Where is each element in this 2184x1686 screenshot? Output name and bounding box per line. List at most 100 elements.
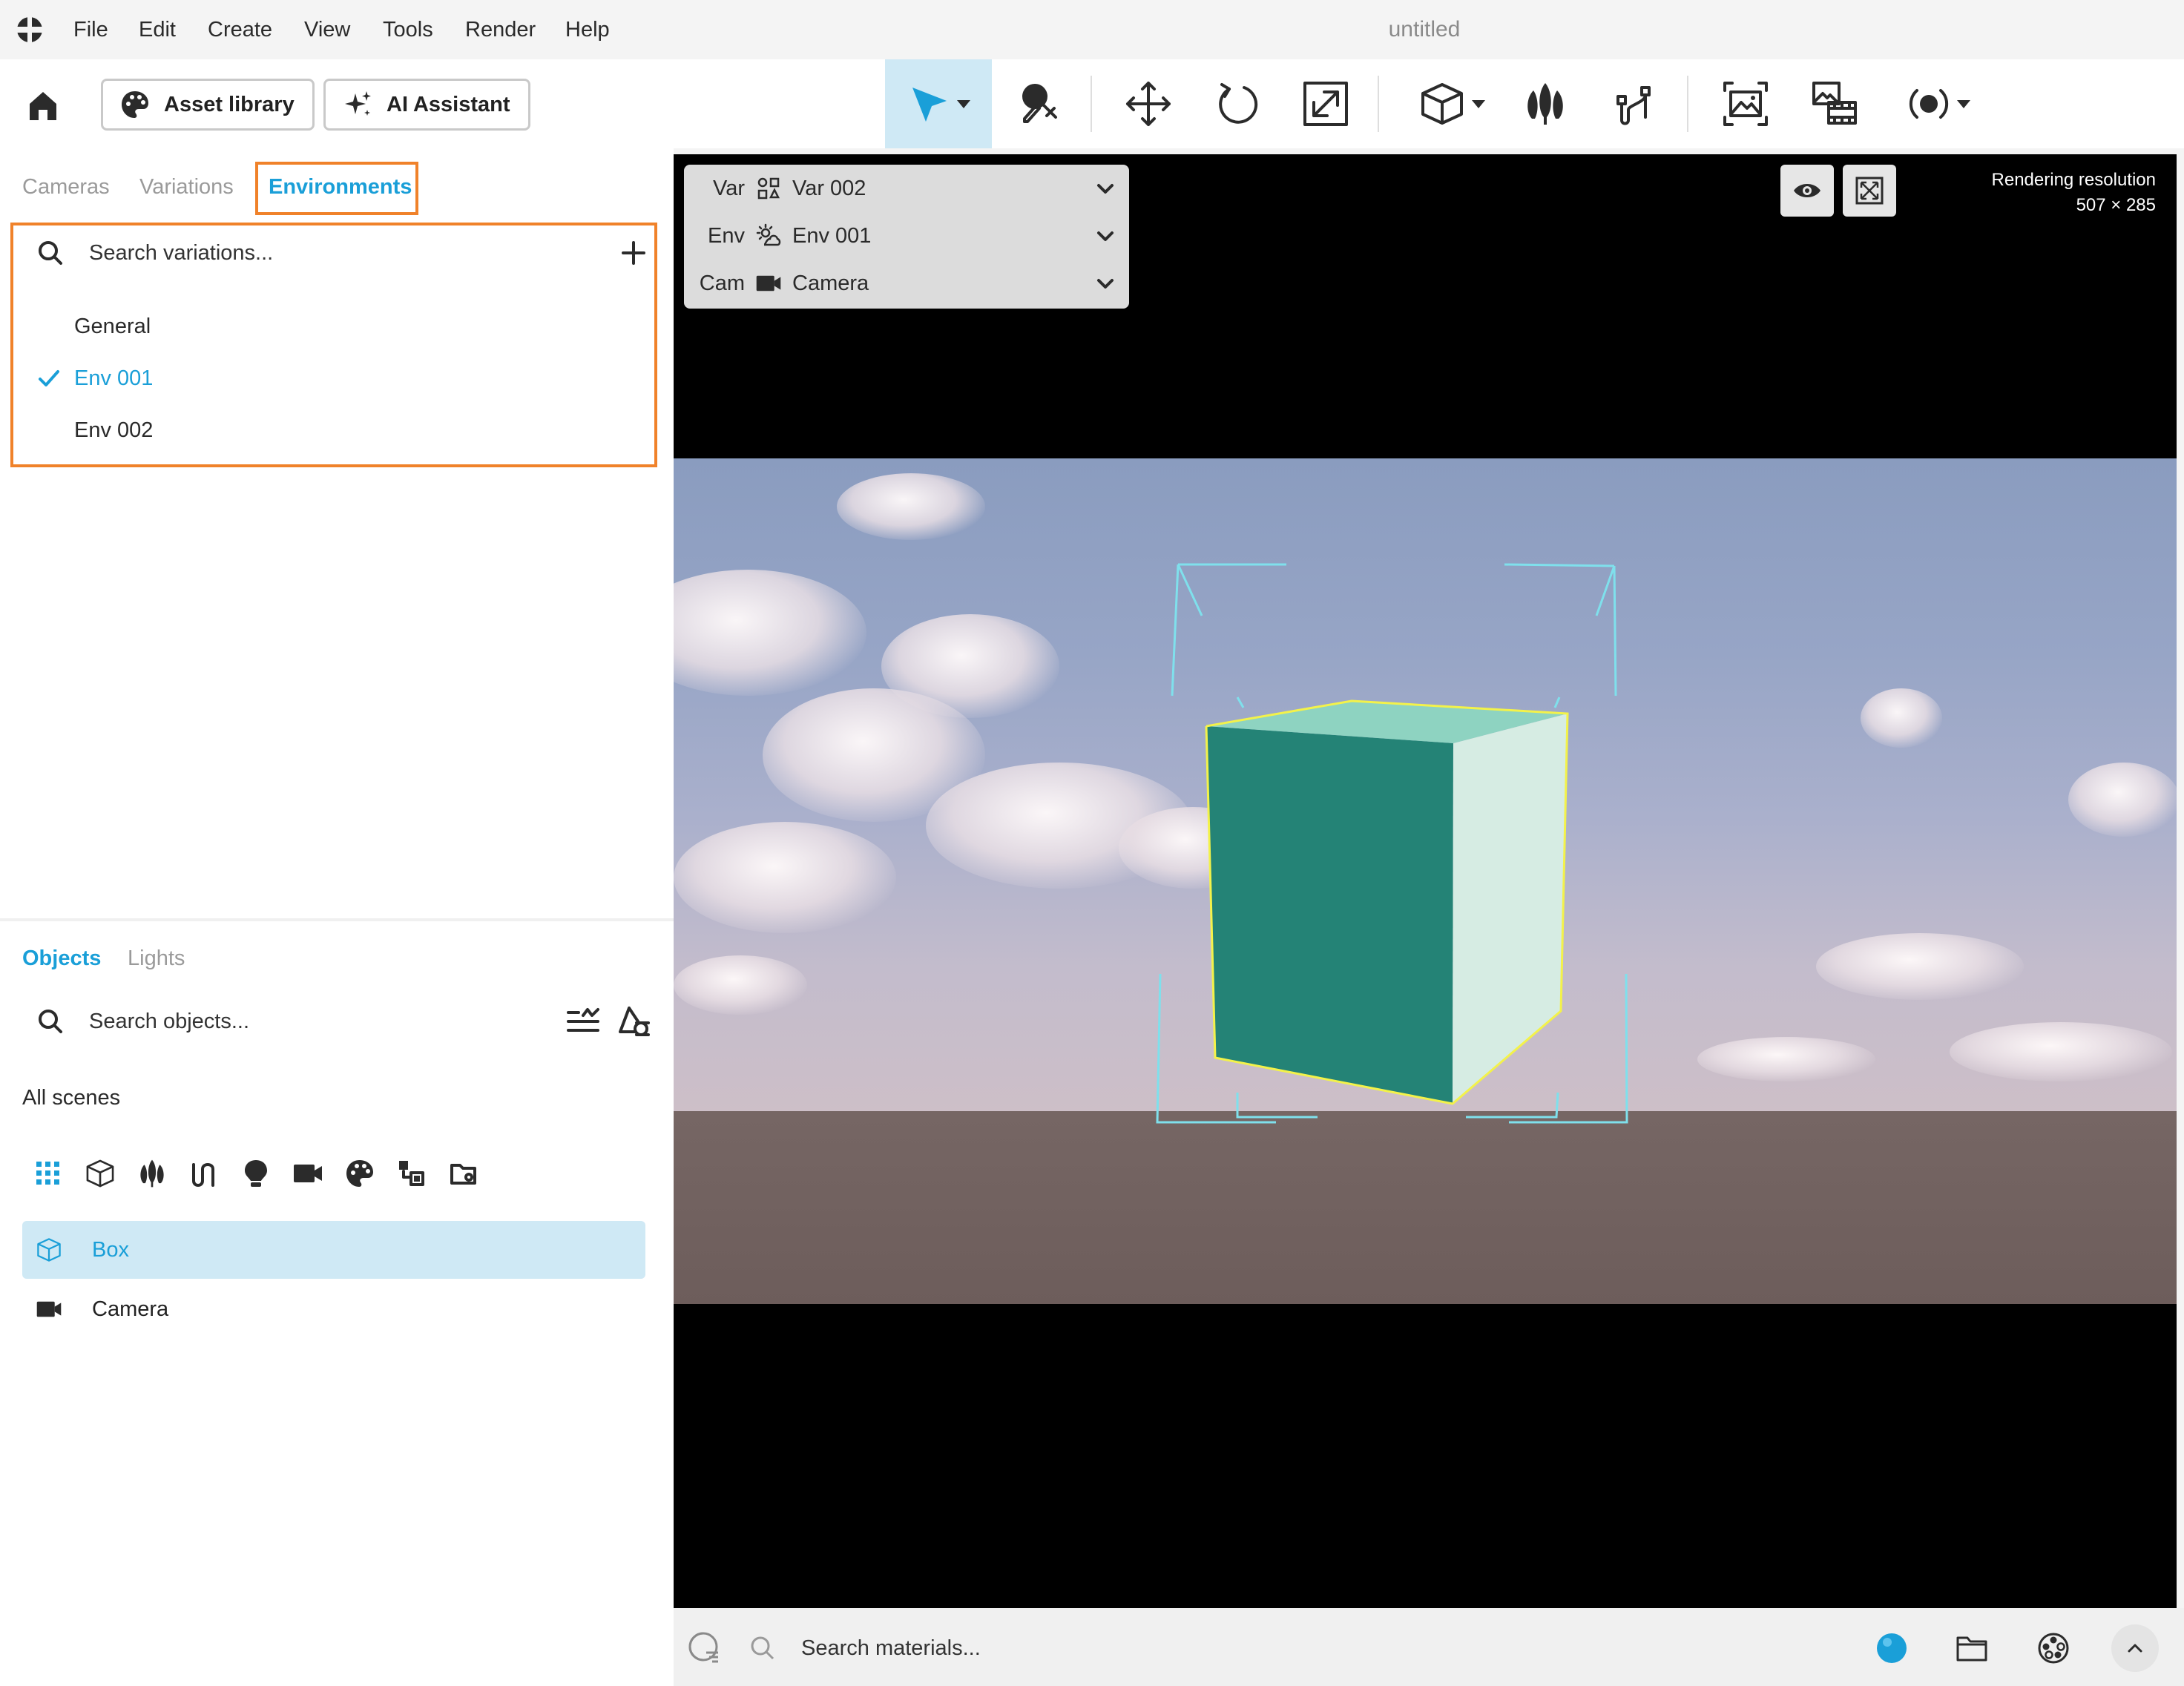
camera-dropdown[interactable]: Cam Camera: [684, 260, 1129, 307]
scale-icon: [1303, 82, 1348, 126]
box-icon: [37, 1238, 61, 1262]
asset-library-button[interactable]: Asset library: [101, 79, 315, 131]
filter-plants-button[interactable]: [126, 1151, 178, 1196]
object-row-box[interactable]: Box: [22, 1221, 645, 1279]
add-primitive-button[interactable]: [1404, 59, 1500, 148]
app-logo-icon[interactable]: [13, 15, 46, 45]
object-label: Box: [92, 1237, 129, 1262]
object-search-row: [37, 1001, 653, 1041]
filter-materials-button[interactable]: [334, 1151, 386, 1196]
environment-dropdown-label: Env: [708, 223, 745, 248]
chevron-down-icon: [1097, 184, 1114, 194]
scene-state-picker: Var Var 002 Env Env 001 Cam Camera: [684, 165, 1129, 309]
menu-bar: File Edit Create View Tools Render Help …: [0, 0, 2184, 59]
filter-list-icon[interactable]: [567, 1007, 599, 1036]
folder-icon[interactable]: [1956, 1633, 1988, 1663]
fullscreen-button[interactable]: [1843, 165, 1896, 217]
menu-file[interactable]: File: [73, 15, 108, 45]
variation-item-general[interactable]: General: [74, 312, 151, 341]
variation-item-env-001[interactable]: Env 001: [74, 363, 153, 393]
add-curve-button[interactable]: [1593, 59, 1675, 148]
folder-icon: [450, 1164, 476, 1185]
camera-icon: [36, 1301, 62, 1317]
chevron-down-icon: [957, 99, 970, 108]
variation-dropdown-value: Var 002: [792, 176, 866, 200]
all-icon: [36, 1162, 59, 1185]
filter-lights-button[interactable]: [230, 1151, 282, 1196]
object-row-camera[interactable]: Camera: [22, 1280, 645, 1338]
home-icon[interactable]: [22, 85, 64, 126]
asset-library-label: Asset library: [164, 92, 295, 116]
variation-dropdown[interactable]: Var Var 002: [684, 165, 1129, 212]
chevron-down-icon: [1957, 99, 1970, 108]
object-label: Camera: [92, 1297, 169, 1321]
render-image-button[interactable]: [1705, 59, 1786, 148]
variation-search-input[interactable]: [89, 240, 564, 266]
chevron-down-icon: [1097, 231, 1114, 241]
material-library-icon[interactable]: [2037, 1632, 2070, 1664]
chevron-up-icon: [2128, 1644, 2142, 1653]
rendering-resolution-value: 507 × 285: [2076, 195, 2156, 215]
menu-create[interactable]: Create: [208, 15, 272, 45]
move-tool-button[interactable]: [1108, 59, 1189, 148]
ai-assistant-label: AI Assistant: [387, 92, 510, 116]
sparkle-icon: [345, 91, 371, 116]
plants-icon: [1527, 83, 1563, 125]
environments-tab-highlight: [255, 162, 418, 215]
variation-icon: [757, 177, 780, 200]
instance-icon: [399, 1161, 424, 1186]
render-animation-button[interactable]: [1794, 59, 1875, 148]
environment-icon: [756, 223, 781, 246]
select-tool-button[interactable]: [885, 59, 992, 148]
camera-icon: [756, 275, 781, 292]
menu-tools[interactable]: Tools: [383, 15, 433, 45]
filter-all-button[interactable]: [22, 1151, 74, 1196]
add-icon[interactable]: [620, 240, 647, 266]
material-sphere-icon[interactable]: [1875, 1632, 1908, 1664]
tab-variations[interactable]: Variations: [139, 172, 234, 202]
chevron-down-icon: [1472, 99, 1485, 108]
curve-icon: [1616, 86, 1651, 125]
menu-render[interactable]: Render: [465, 15, 536, 45]
shapes-settings-icon[interactable]: [617, 1005, 650, 1038]
chevron-down-icon: [1097, 279, 1114, 289]
menu-edit[interactable]: Edit: [139, 15, 176, 45]
render-animation-icon: [1812, 82, 1857, 125]
menu-help[interactable]: Help: [565, 15, 610, 45]
material-search-input[interactable]: [801, 1630, 1469, 1666]
environment-dropdown[interactable]: Env Env 001: [684, 212, 1129, 260]
ai-assistant-button[interactable]: AI Assistant: [323, 79, 530, 131]
search-icon: [39, 241, 62, 265]
scale-tool-button[interactable]: [1285, 59, 1366, 148]
expand-material-bar-button[interactable]: [2111, 1624, 2159, 1672]
material-picker-button[interactable]: [1000, 59, 1082, 148]
tab-cameras[interactable]: Cameras: [22, 172, 110, 202]
variation-item-env-002[interactable]: Env 002: [74, 415, 153, 445]
live-render-button[interactable]: [1890, 59, 1987, 148]
tab-lights[interactable]: Lights: [128, 944, 185, 973]
box-icon: [1421, 83, 1463, 125]
panel-divider[interactable]: [0, 918, 674, 921]
3d-viewport[interactable]: Var Var 002 Env Env 001 Cam Camera Rende…: [674, 154, 2177, 1608]
filter-instances-button[interactable]: [386, 1151, 438, 1196]
camera-dropdown-value: Camera: [792, 271, 869, 295]
search-icon: [39, 1010, 62, 1033]
object-type-filters: [22, 1151, 490, 1196]
material-picker-icon: [1022, 84, 1057, 123]
rotate-tool-button[interactable]: [1196, 59, 1277, 148]
left-panel: Cameras Variations Environments input::p…: [0, 148, 674, 1686]
filter-curves-button[interactable]: [178, 1151, 230, 1196]
filter-folders-button[interactable]: [438, 1151, 490, 1196]
filter-cameras-button[interactable]: [282, 1151, 334, 1196]
selected-cube[interactable]: [674, 154, 2177, 1608]
visibility-toggle-button[interactable]: [1780, 165, 1834, 217]
filter-geometry-button[interactable]: [74, 1151, 126, 1196]
scene-label: All scenes: [22, 1086, 121, 1110]
rendering-resolution: Rendering resolution 507 × 285: [1992, 168, 2156, 218]
material-swatch-icon[interactable]: [687, 1630, 721, 1664]
object-search-input[interactable]: [89, 1009, 534, 1034]
variation-dropdown-label: Var: [713, 176, 745, 200]
menu-view[interactable]: View: [304, 15, 350, 45]
add-plants-button[interactable]: [1504, 59, 1586, 148]
tab-objects[interactable]: Objects: [22, 944, 101, 973]
